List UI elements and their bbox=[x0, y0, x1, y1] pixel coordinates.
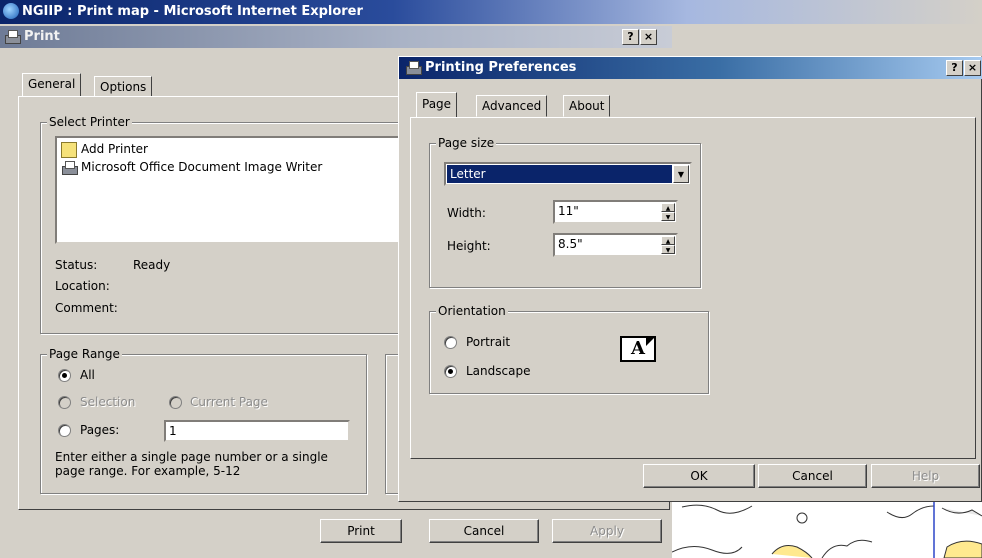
page-size-selected: Letter bbox=[447, 165, 672, 183]
orientation-group: Orientation bbox=[429, 304, 709, 394]
status-label: Status: bbox=[55, 258, 98, 272]
orientation-preview-icon: A bbox=[620, 336, 656, 362]
location-label: Location: bbox=[55, 279, 110, 293]
radio-pages-label: Pages: bbox=[80, 423, 120, 437]
spin-down-icon[interactable]: ▼ bbox=[661, 212, 675, 221]
close-icon[interactable]: × bbox=[640, 29, 657, 45]
tab-options[interactable]: Options bbox=[94, 76, 153, 98]
ie-title-bar: NGIIP : Print map - Microsoft Internet E… bbox=[0, 0, 982, 24]
preferences-dialog-title: Printing Preferences bbox=[425, 60, 577, 75]
width-field[interactable]: 11" ▲ ▼ bbox=[553, 200, 678, 224]
help-icon[interactable]: ? bbox=[946, 60, 963, 76]
printer-name: Add Printer bbox=[81, 142, 148, 156]
printer-list[interactable]: Add Printer Microsoft Office Document Im… bbox=[55, 136, 409, 244]
tab-advanced[interactable]: Advanced bbox=[476, 95, 548, 117]
printer-icon bbox=[405, 61, 422, 75]
radio-all-label: All bbox=[80, 368, 95, 382]
status-value: Ready bbox=[133, 258, 171, 272]
select-printer-label: Select Printer bbox=[47, 115, 132, 129]
radio-selection bbox=[58, 396, 71, 409]
radio-current-page-label: Current Page bbox=[190, 395, 268, 409]
radio-landscape-label: Landscape bbox=[466, 364, 531, 378]
height-label: Height: bbox=[447, 239, 491, 253]
apply-button: Apply bbox=[552, 519, 662, 543]
spin-down-icon[interactable]: ▼ bbox=[661, 245, 675, 254]
orientation-label: Orientation bbox=[436, 304, 508, 318]
spin-up-icon[interactable]: ▲ bbox=[661, 236, 675, 245]
spin-up-icon[interactable]: ▲ bbox=[661, 203, 675, 212]
radio-pages[interactable] bbox=[58, 424, 71, 437]
page-size-select[interactable]: Letter ▼ bbox=[444, 162, 692, 186]
preferences-title-bar: Printing Preferences ? × bbox=[399, 57, 982, 79]
pages-input[interactable]: 1 bbox=[164, 420, 350, 442]
radio-current-page bbox=[169, 396, 182, 409]
close-icon[interactable]: × bbox=[964, 60, 981, 76]
browser-content-strip bbox=[672, 24, 982, 56]
add-printer-icon bbox=[61, 142, 77, 158]
radio-portrait-label: Portrait bbox=[466, 335, 511, 349]
radio-portrait[interactable] bbox=[444, 336, 457, 349]
radio-all[interactable] bbox=[58, 369, 71, 382]
width-label: Width: bbox=[447, 206, 486, 220]
chevron-down-icon[interactable]: ▼ bbox=[673, 165, 689, 183]
printer-icon bbox=[61, 161, 78, 175]
help-button: Help bbox=[871, 464, 980, 488]
map-image bbox=[672, 502, 982, 558]
print-dialog-title: Print bbox=[24, 29, 60, 44]
page-range-hint: Enter either a single page number or a s… bbox=[55, 450, 328, 478]
map-area[interactable] bbox=[672, 502, 982, 558]
printer-name: Microsoft Office Document Image Writer bbox=[81, 160, 323, 174]
cancel-button[interactable]: Cancel bbox=[758, 464, 867, 488]
radio-selection-label: Selection bbox=[80, 395, 136, 409]
print-button[interactable]: Print bbox=[320, 519, 402, 543]
tab-about[interactable]: About bbox=[563, 95, 611, 117]
print-title-bar: Print ? × bbox=[0, 26, 672, 48]
width-value: 11" bbox=[558, 204, 579, 218]
height-value: 8.5" bbox=[558, 237, 583, 251]
page-range-label: Page Range bbox=[47, 347, 122, 361]
tab-page[interactable]: Page bbox=[416, 92, 458, 117]
internet-explorer-icon bbox=[3, 3, 19, 19]
height-field[interactable]: 8.5" ▲ ▼ bbox=[553, 233, 678, 257]
radio-landscape[interactable] bbox=[444, 365, 457, 378]
ok-button[interactable]: OK bbox=[643, 464, 755, 488]
page-fold-corner bbox=[646, 338, 654, 346]
help-icon[interactable]: ? bbox=[622, 29, 639, 45]
printer-icon bbox=[4, 30, 21, 44]
tab-general[interactable]: General bbox=[22, 73, 82, 96]
comment-label: Comment: bbox=[55, 301, 118, 315]
page-size-label: Page size bbox=[436, 136, 497, 150]
orientation-preview-glyph: A bbox=[631, 338, 645, 359]
ie-window-title: NGIIP : Print map - Microsoft Internet E… bbox=[22, 4, 363, 19]
cancel-button[interactable]: Cancel bbox=[429, 519, 539, 543]
